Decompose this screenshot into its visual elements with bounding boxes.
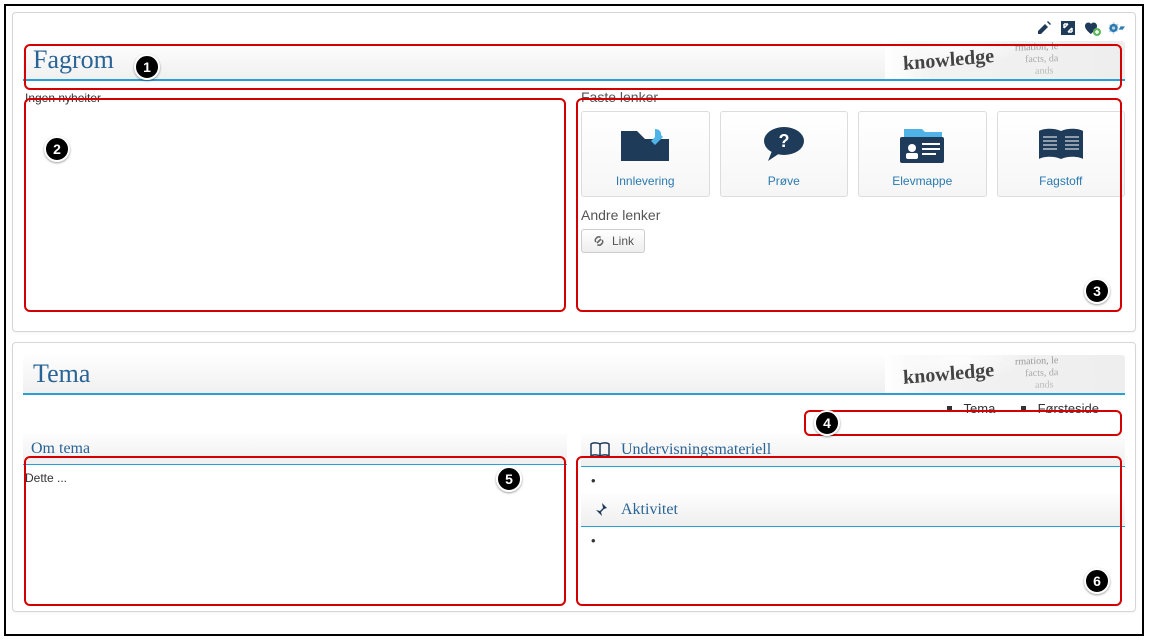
news-empty-text: Ingen nyheiter	[23, 89, 567, 107]
andre-lenker-label: Andre lenker	[581, 207, 1125, 223]
tile-prove[interactable]: ? Prøve	[720, 111, 849, 197]
tile-label: Innlevering	[586, 174, 705, 188]
nav-link-forsteside[interactable]: Førsteside	[1038, 401, 1099, 416]
news-panel: Ingen nyheiter	[23, 89, 567, 289]
materiell-header: Undervisningsmateriell	[621, 441, 771, 459]
om-tema-body: Dette ...	[23, 465, 567, 491]
tile-label: Prøve	[725, 174, 844, 188]
decorative-knowledge-image: knowledge rmation, le facts, da ands	[885, 355, 1125, 395]
aktivitet-header: Aktivitet	[621, 501, 678, 519]
aktivitet-item: •	[581, 527, 1125, 554]
tema-title-bar: Tema knowledge rmation, le facts, da and…	[23, 355, 1125, 395]
tema-right-panel: Undervisningsmateriell • Aktivitet •	[581, 434, 1125, 554]
tile-elevmappe[interactable]: Elevmappe	[858, 111, 987, 197]
link-chip-label: Link	[612, 234, 634, 248]
tema-nav: Tema Førsteside	[23, 395, 1125, 418]
om-tema-panel: Om tema Dette ...	[23, 434, 567, 554]
nav-link-tema[interactable]: Tema	[964, 401, 996, 416]
edit-icon[interactable]	[1035, 19, 1053, 37]
open-book-icon	[1002, 122, 1121, 168]
tile-innlevering[interactable]: Innlevering	[581, 111, 710, 197]
heart-add-icon[interactable]	[1083, 19, 1101, 37]
bullet-icon	[947, 406, 952, 411]
fagrom-card: Fagrom knowledge rmation, le facts, da a…	[12, 12, 1136, 332]
book-outline-icon	[589, 440, 611, 460]
tile-label: Fagstoff	[1002, 174, 1121, 188]
faste-lenker-label: Faste lenker	[581, 89, 1125, 105]
gear-dropdown-icon[interactable]	[1107, 19, 1125, 37]
decorative-knowledge-image: knowledge rmation, le facts, da ands	[885, 41, 1125, 81]
svg-text:?: ?	[778, 131, 789, 151]
pin-icon	[589, 500, 611, 520]
om-tema-header: Om tema	[31, 440, 90, 458]
question-bubble-icon: ?	[725, 122, 844, 168]
tema-card: Tema knowledge rmation, le facts, da and…	[12, 342, 1136, 612]
expand-icon[interactable]	[1059, 19, 1077, 37]
id-card-folder-icon	[863, 122, 982, 168]
link-chip[interactable]: Link	[581, 229, 645, 253]
links-panel: Faste lenker Innlevering ? Prøve	[581, 89, 1125, 289]
materiell-item: •	[581, 467, 1125, 494]
folder-upload-icon	[586, 122, 705, 168]
fagrom-title-bar: Fagrom knowledge rmation, le facts, da a…	[23, 41, 1125, 81]
link-icon	[592, 234, 606, 248]
tile-fagstoff[interactable]: Fagstoff	[997, 111, 1126, 197]
bullet-icon	[1021, 406, 1026, 411]
tile-label: Elevmappe	[863, 174, 982, 188]
card-toolbar	[1035, 19, 1125, 37]
